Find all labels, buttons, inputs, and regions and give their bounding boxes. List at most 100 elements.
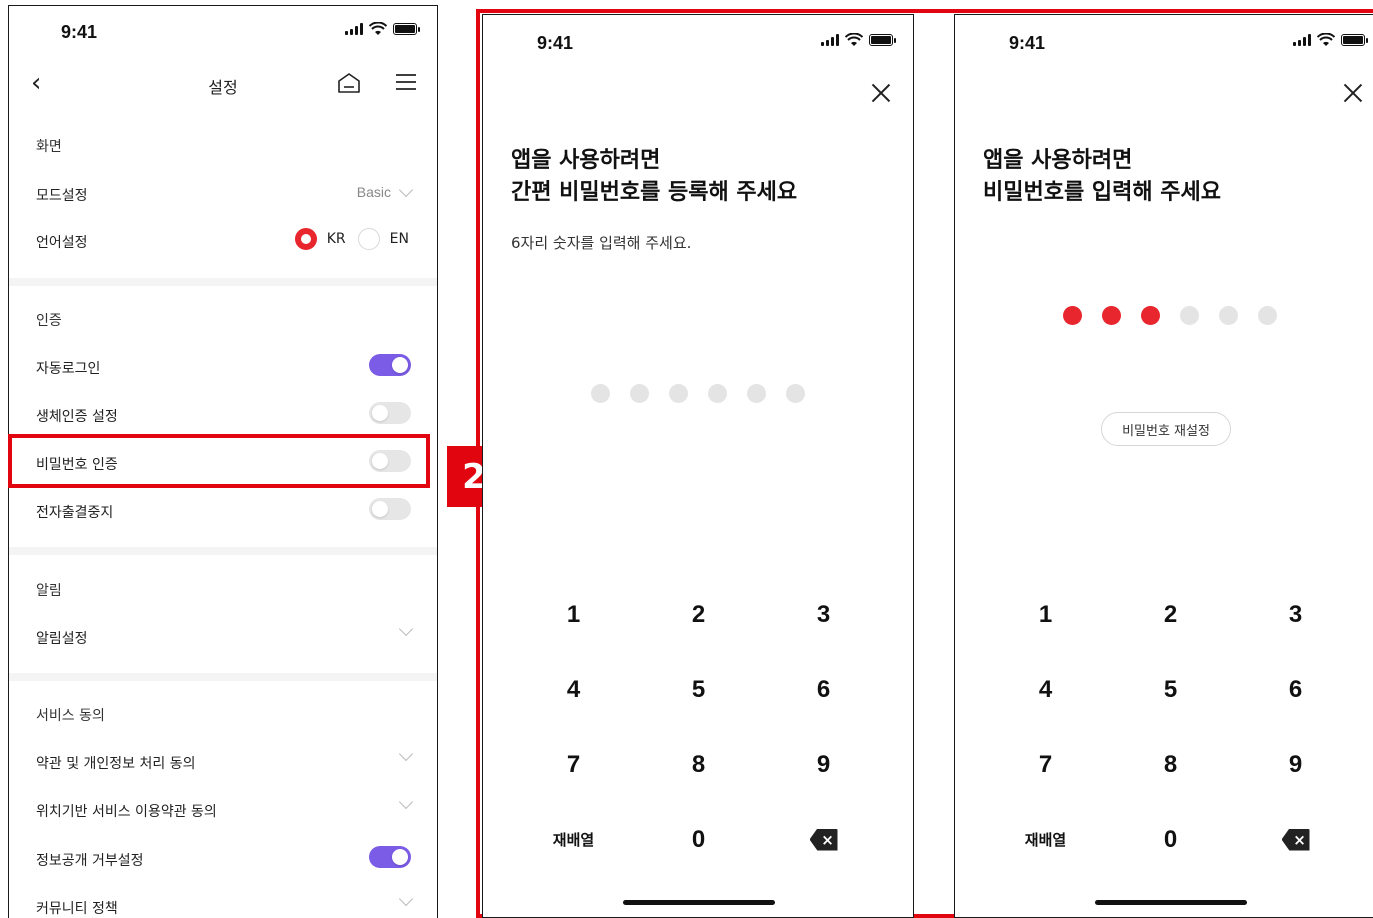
key-0[interactable]: 0 [1108, 802, 1233, 877]
highlight-pin-auth [8, 434, 430, 488]
battery-icon [393, 23, 420, 35]
pin-dot-filled [1141, 306, 1160, 325]
key-9[interactable]: 9 [1233, 727, 1358, 802]
reset-password-button[interactable]: 비밀번호 재설정 [1101, 412, 1231, 446]
key-7[interactable]: 7 [511, 727, 636, 802]
community-policy-label: 커뮤니티 정책 [36, 901, 118, 917]
home-icon[interactable] [337, 72, 361, 94]
bio-auth-label: 생체인증 설정 [36, 409, 118, 425]
page-title: 설정 [208, 78, 238, 97]
pin-register-heading: 앱을 사용하려면 간편 비밀번호를 등록해 주세요 [511, 145, 797, 209]
chevron-down-icon [398, 182, 414, 198]
close-icon[interactable] [871, 83, 891, 103]
mode-value: Basic [356, 184, 391, 200]
key-2[interactable]: 2 [1108, 577, 1233, 652]
key-3[interactable]: 3 [761, 577, 886, 652]
pin-dot-empty [630, 384, 649, 403]
backspace-icon: × [1281, 828, 1310, 851]
pin-dot-empty [591, 384, 610, 403]
key-8[interactable]: 8 [1108, 727, 1233, 802]
pin-dot-empty [1258, 306, 1277, 325]
signal-icon [1293, 34, 1311, 46]
key-8[interactable]: 8 [636, 727, 761, 802]
shuffle-button[interactable]: 재배열 [511, 802, 636, 877]
key-7[interactable]: 7 [983, 727, 1108, 802]
chevron-down-icon [398, 621, 414, 637]
key-2[interactable]: 2 [636, 577, 761, 652]
delete-button[interactable]: × [761, 802, 886, 877]
pin-register-subtitle: 6자리 숫자를 입력해 주세요. [511, 234, 692, 252]
backspace-icon: × [809, 828, 838, 851]
pin-dot-filled [1063, 306, 1082, 325]
settings-header: ‹ 설정 [9, 62, 437, 106]
info-disclosure-row: 정보공개 거부설정 [9, 836, 437, 880]
terms-privacy-row[interactable]: 약관 및 개인정보 처리 동의 [9, 739, 437, 783]
bio-auth-toggle[interactable] [369, 402, 411, 424]
radio-kr[interactable] [294, 228, 317, 250]
pin-dot-empty [747, 384, 766, 403]
status-time: 9:41 [537, 33, 574, 53]
location-terms-row[interactable]: 위치기반 서비스 이용약관 동의 [9, 787, 437, 831]
pin-dot-empty [1219, 306, 1238, 325]
e-payment-stop-toggle[interactable] [369, 498, 411, 520]
language-setting-row: 언어설정 KR EN [9, 218, 437, 262]
status-icons [1293, 33, 1368, 47]
menu-icon[interactable] [395, 72, 417, 92]
radio-kr-label: KR [326, 231, 346, 247]
wifi-icon [1317, 33, 1335, 46]
pin-register-screen: 9:41 앱을 사용하려면 간편 비밀번호를 등록해 주세요 6자리 숫자를 입… [482, 14, 914, 918]
pin-enter-heading: 앱을 사용하려면 비밀번호를 입력해 주세요 [983, 145, 1221, 209]
signal-icon [821, 34, 839, 46]
delete-button[interactable]: × [1233, 802, 1358, 877]
shuffle-button[interactable]: 재배열 [983, 802, 1108, 877]
key-1[interactable]: 1 [511, 577, 636, 652]
auto-login-label: 자동로그인 [36, 361, 101, 377]
bio-auth-row: 생체인증 설정 [9, 392, 437, 436]
pin-dots [483, 384, 913, 403]
auto-login-toggle[interactable] [369, 354, 411, 376]
notice-setting-row[interactable]: 알림설정 [9, 614, 437, 658]
chevron-down-icon [398, 891, 414, 907]
pin-dot-filled [1102, 306, 1121, 325]
section-title-auth: 인증 [36, 313, 62, 329]
info-disclosure-label: 정보공개 거부설정 [36, 853, 144, 869]
section-title-notice: 알림 [36, 583, 62, 599]
section-title-service: 서비스 동의 [36, 708, 105, 724]
wifi-icon [845, 33, 863, 46]
radio-en-label: EN [389, 231, 409, 247]
heading-line-2: 간편 비밀번호를 등록해 주세요 [511, 180, 798, 205]
key-1[interactable]: 1 [983, 577, 1108, 652]
chevron-down-icon [398, 746, 414, 762]
language-setting-label: 언어설정 [36, 235, 88, 251]
status-icons [345, 22, 420, 36]
wifi-icon [369, 22, 387, 35]
mode-setting-row[interactable]: 모드설정 Basic [9, 171, 437, 215]
pin-dot-empty [786, 384, 805, 403]
key-9[interactable]: 9 [761, 727, 886, 802]
pin-dots [955, 306, 1373, 325]
key-4[interactable]: 4 [511, 652, 636, 727]
status-bar: 9:41 [955, 15, 1373, 55]
key-3[interactable]: 3 [1233, 577, 1358, 652]
pin-dot-empty [1180, 306, 1199, 325]
keypad: 1 2 3 4 5 6 7 8 9 재배열 0 × [511, 577, 886, 877]
pin-enter-screen: 9:41 앱을 사용하려면 비밀번호를 입력해 주세요 비밀번호 재설정 1 2… [954, 14, 1373, 918]
close-icon[interactable] [1343, 83, 1363, 103]
key-6[interactable]: 6 [761, 652, 886, 727]
section-divider [9, 547, 437, 555]
community-policy-row[interactable]: 커뮤니티 정책 [9, 884, 437, 918]
radio-en[interactable] [357, 228, 380, 250]
key-6[interactable]: 6 [1233, 652, 1358, 727]
signal-icon [345, 23, 363, 35]
keypad: 1 2 3 4 5 6 7 8 9 재배열 0 × [983, 577, 1358, 877]
info-disclosure-toggle[interactable] [369, 846, 411, 868]
status-bar: 9:41 [483, 15, 913, 55]
home-indicator [1095, 900, 1247, 905]
key-0[interactable]: 0 [636, 802, 761, 877]
auto-login-row: 자동로그인 [9, 344, 437, 388]
key-4[interactable]: 4 [983, 652, 1108, 727]
key-5[interactable]: 5 [1108, 652, 1233, 727]
key-5[interactable]: 5 [636, 652, 761, 727]
home-indicator [623, 900, 775, 905]
section-divider [9, 673, 437, 681]
